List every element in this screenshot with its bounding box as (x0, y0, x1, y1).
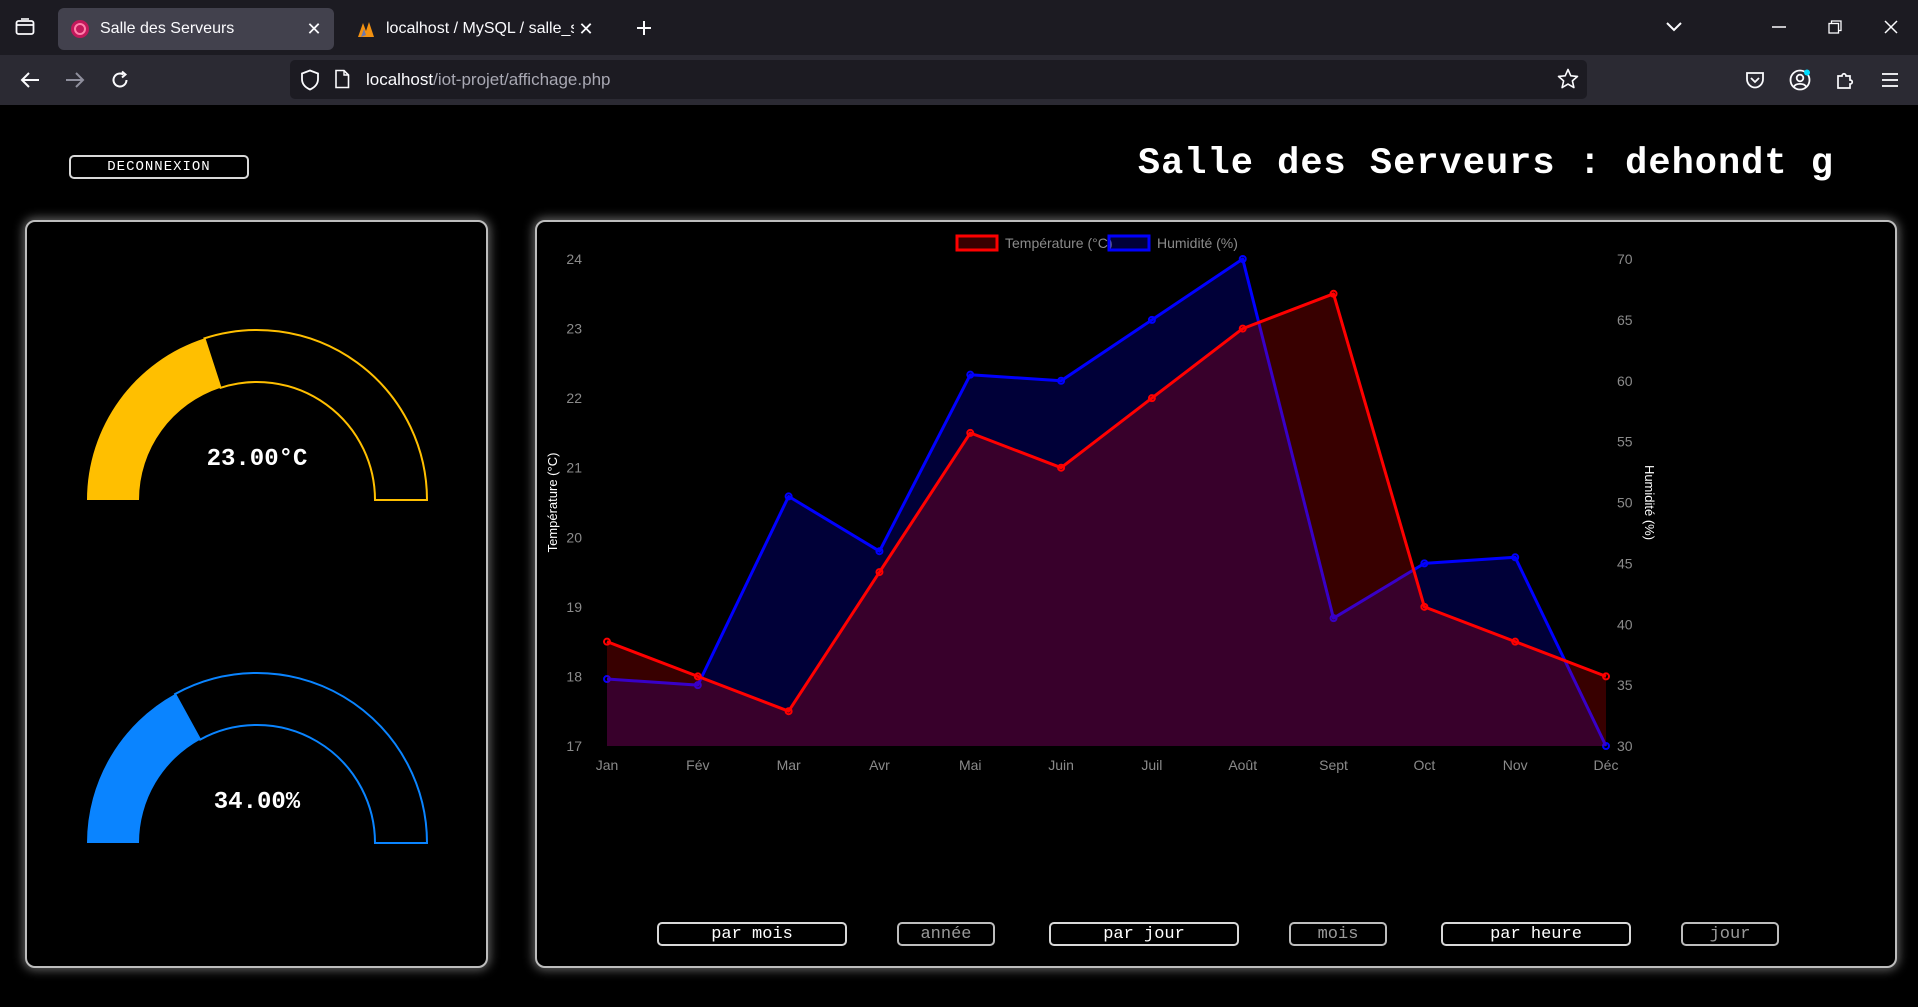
account-icon[interactable] (1783, 63, 1817, 97)
y-right-tick-label: 65 (1617, 312, 1633, 328)
bookmark-star-icon[interactable] (1557, 68, 1579, 90)
temperature-value: 23.00°C (206, 446, 308, 473)
y-left-tick-label: 20 (566, 529, 582, 545)
y-left-axis-title: Température (°C) (545, 453, 560, 553)
gauges-panel: 23.00°C 34.00% (25, 220, 488, 968)
browser-tab-bar: Salle des Serveurs ✕ localhost / MySQL /… (0, 0, 1918, 55)
y-left-tick-label: 22 (566, 390, 582, 406)
x-tick-label: Jan (596, 757, 619, 773)
back-arrow-icon[interactable] (13, 63, 47, 97)
new-tab-icon[interactable] (630, 14, 658, 42)
x-tick-label: Déc (1594, 757, 1619, 773)
close-tab-icon[interactable]: ✕ (302, 17, 326, 41)
tab-list-icon[interactable] (14, 16, 36, 38)
tracking-protection-shield-icon[interactable] (300, 69, 320, 91)
x-tick-label: Juil (1141, 757, 1162, 773)
logout-button[interactable]: DECONNEXION (69, 155, 249, 179)
y-left-tick-label: 24 (566, 251, 582, 267)
x-tick-label: Sept (1319, 757, 1348, 773)
extensions-puzzle-icon[interactable] (1828, 63, 1862, 97)
page-content: DECONNEXION Salle des Serveurs : dehondt… (0, 105, 1918, 1007)
tab-salle-des-serveurs[interactable]: Salle des Serveurs ✕ (58, 8, 334, 50)
legend-label-1: Humidité (%) (1157, 235, 1238, 251)
page-title: Salle des Serveurs : dehondt g (1137, 143, 1834, 185)
url-path: /iot-projet/affichage.php (433, 70, 611, 89)
tab-title: Salle des Serveurs (100, 20, 235, 37)
humidity-gauge-svg (87, 672, 429, 844)
temperature-gauge-fill (87, 338, 221, 500)
y-left-tick-label: 18 (566, 668, 582, 684)
y-right-tick-label: 60 (1617, 373, 1633, 389)
y-left-tick-label: 23 (566, 321, 582, 337)
y-right-tick-label: 35 (1617, 677, 1633, 693)
close-window-icon[interactable] (1867, 10, 1915, 44)
x-tick-label: Mai (959, 757, 982, 773)
range-button-3[interactable]: mois (1289, 922, 1387, 946)
range-button-4[interactable]: par heure (1441, 922, 1631, 946)
y-left-tick-label: 21 (566, 460, 582, 476)
y-right-tick-label: 45 (1617, 555, 1633, 571)
close-tab-icon[interactable]: ✕ (574, 17, 598, 41)
minimize-icon[interactable] (1755, 10, 1803, 44)
chart-panel: 17 18 19 20 21 22 23 24 30 35 40 45 50 55 60 65 70 Jan Fév… (535, 220, 1897, 968)
site-favicon-icon (71, 20, 89, 38)
humidity-value: 34.00% (213, 789, 301, 816)
x-tick-label: Avr (869, 757, 890, 773)
humidity-gauge: 34.00% (83, 671, 431, 851)
forward-arrow-icon[interactable] (58, 63, 92, 97)
tab-phpmyadmin[interactable]: localhost / MySQL / salle_serveur ✕ (344, 8, 606, 50)
temperature-gauge: 23.00°C (83, 328, 431, 508)
y-right-tick-label: 55 (1617, 434, 1633, 450)
y-right-axis-title: Humidité (%) (1642, 465, 1657, 540)
x-tick-label: Mar (777, 757, 801, 773)
y-right-tick-label: 50 (1617, 495, 1633, 511)
x-tick-label: Août (1228, 757, 1257, 773)
list-all-tabs-chevron-down-icon[interactable] (1650, 10, 1698, 44)
y-right-tick-label: 40 (1617, 616, 1633, 632)
humidity-gauge-fill (87, 694, 201, 843)
menu-hamburger-icon[interactable] (1873, 63, 1907, 97)
range-button-0[interactable]: par mois (657, 922, 847, 946)
humidity-gauge-track (173, 672, 429, 844)
y-right-tick-label: 30 (1617, 738, 1633, 754)
temperature-gauge-track (203, 329, 429, 501)
legend-label-0: Température (°C) (1005, 235, 1113, 251)
range-button-2[interactable]: par jour (1049, 922, 1239, 946)
x-tick-label: Oct (1413, 757, 1435, 773)
tab-title: localhost / MySQL / salle_serveur (386, 20, 574, 37)
url-host: localhost (366, 70, 434, 89)
browser-toolbar: localhost/iot-projet/affichage.php (0, 55, 1918, 105)
address-bar[interactable]: localhost/iot-projet/affichage.php (290, 60, 1587, 99)
y-right-tick-label: 70 (1617, 251, 1633, 267)
y-left-tick-label: 17 (566, 738, 582, 754)
pocket-icon[interactable] (1738, 63, 1772, 97)
temperature-humidity-chart: 17 18 19 20 21 22 23 24 30 35 40 45 50 55 60 65 70 Jan Fév… (545, 234, 1657, 773)
phpmyadmin-favicon-icon (358, 22, 374, 37)
x-tick-label: Juin (1048, 757, 1074, 773)
x-tick-label: Fév (686, 757, 709, 773)
x-tick-label: Nov (1503, 757, 1528, 773)
temperature-gauge-svg (87, 329, 429, 501)
url-text: localhost/iot-projet/affichage.php (366, 70, 610, 90)
restore-icon[interactable] (1811, 10, 1859, 44)
reload-icon[interactable] (103, 63, 137, 97)
legend-swatch-1 (1107, 234, 1151, 252)
y-left-tick-label: 19 (566, 599, 582, 615)
range-button-5[interactable]: jour (1681, 922, 1779, 946)
page-info-icon[interactable] (334, 69, 350, 89)
legend-swatch-0 (955, 234, 999, 252)
range-button-1[interactable]: année (897, 922, 995, 946)
